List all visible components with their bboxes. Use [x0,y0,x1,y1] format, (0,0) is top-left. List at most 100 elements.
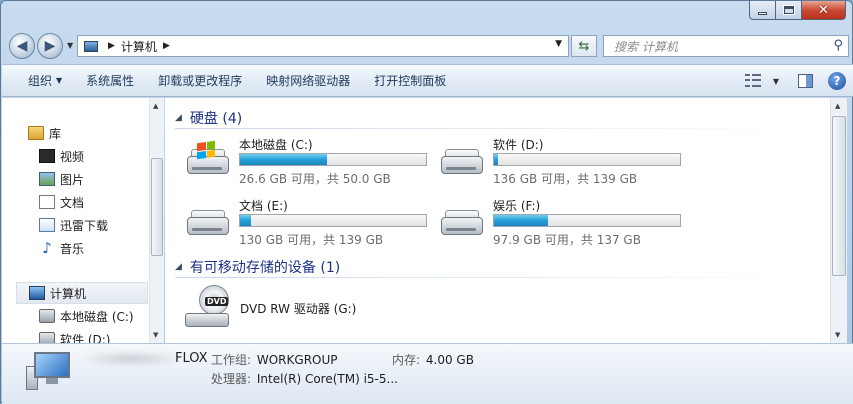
sidebar-item-pictures[interactable]: 图片 [39,168,163,190]
maximize-button[interactable] [776,1,802,20]
change-view-button[interactable] [741,69,765,93]
sidebar-item-music[interactable]: ♪ 音乐 [39,237,163,259]
drive-icon [39,309,55,323]
help-button[interactable]: ? [825,69,849,93]
sidebar-item-computer[interactable]: 计算机 [16,282,148,304]
drive-free-space: 97.9 GB 可用，共 137 GB [493,233,641,247]
processor-value: Intel(R) Core(TM) i5-5... [256,372,398,386]
chevron-down-icon: ▼ [56,76,63,85]
drive-tile-c[interactable]: 本地磁盘 (C:) 26.6 GB 可用，共 50.0 GB [185,136,435,190]
sidebar-item-drive-c[interactable]: 本地磁盘 (C:) [39,305,163,327]
usage-bar [493,153,681,166]
group-title: 硬盘 (4) [189,111,243,127]
system-drive-icon [185,140,231,176]
sidebar-item-label: 视频 [60,149,85,164]
drive-free-space: 26.6 GB 可用，共 50.0 GB [239,172,391,186]
navigation-scrollbar[interactable]: ▲ ▼ [149,98,164,343]
uninstall-program-button[interactable]: 卸载或更改程序 [146,69,254,93]
drive-name: 娱乐 (F:) [493,199,541,213]
drive-free-space: 130 GB 可用，共 139 GB [239,233,384,247]
collapse-triangle-icon[interactable]: ◢ [175,113,182,123]
usage-fill [240,154,328,165]
workgroup-info: 工作组: WORKGROUP [211,351,338,368]
preview-pane-button[interactable] [793,69,817,93]
scroll-down-icon[interactable]: ▼ [835,331,840,339]
preview-pane-icon [797,74,813,88]
scroll-up-icon[interactable]: ▲ [835,102,840,110]
breadcrumb-computer[interactable]: 计算机 [121,38,157,55]
details-pane: FLOX 工作组: WORKGROUP 内存: 4.00 GB 处理器: Int… [2,343,853,404]
map-network-drive-button[interactable]: 映射网络驱动器 [254,69,362,93]
computer-icon [84,40,98,52]
collapse-triangle-icon[interactable]: ◢ [175,262,182,272]
close-icon: ✕ [818,2,829,18]
dvd-drive-icon[interactable]: DVD [185,285,231,333]
close-button[interactable]: ✕ [802,1,846,20]
memory-info: 内存: 4.00 GB [392,351,474,368]
forward-button[interactable]: ▶ [37,33,63,59]
sidebar-item-label: 库 [49,126,62,141]
address-dropdown-icon[interactable]: ▼ [555,39,562,49]
computer-large-icon [26,352,72,390]
address-bar[interactable]: ▶ 计算机 ▶ ▼ [77,35,569,57]
drive-tile-e[interactable]: 文档 (E:) 130 GB 可用，共 139 GB [185,197,435,251]
memory-label: 内存: [392,353,421,367]
usage-bar [493,214,681,227]
recent-pages-dropdown[interactable]: ▼ [67,41,73,50]
memory-value: 4.00 GB [425,353,474,367]
organize-label: 组织 [28,74,53,88]
dvd-logo: DVD [205,297,229,306]
content-scrollbar[interactable]: ▲ ▼ [830,98,847,343]
redacted-name-blur [87,352,175,366]
sidebar-item-label: 迅雷下载 [60,218,109,233]
scroll-thumb[interactable] [832,116,846,276]
sidebar-item-videos[interactable]: 视频 [39,145,163,167]
sidebar-item-drive-d[interactable]: 软件 (D:) [39,328,163,344]
breadcrumb-separator-icon[interactable]: ▶ [108,41,115,51]
drive-icon [185,207,231,237]
maximize-icon [782,5,795,15]
search-input[interactable]: 搜索 计算机 ⚲ [603,35,849,57]
computer-icon [29,286,45,300]
scroll-up-icon[interactable]: ▲ [153,102,158,110]
sidebar-item-library[interactable]: 库 [28,122,163,144]
drive-tile-f[interactable]: 娱乐 (F:) 97.9 GB 可用，共 137 GB [439,197,689,251]
back-button[interactable]: ◀ [9,33,35,59]
usage-bar [239,214,427,227]
usage-fill [494,154,498,165]
minimize-button[interactable] [749,1,776,20]
drive-icon [439,207,485,237]
group-title: 有可移动存储的设备 (1) [189,260,341,276]
sidebar-item-label: 本地磁盘 (C:) [60,309,134,324]
download-icon [39,218,55,232]
help-icon: ? [828,72,846,90]
details-view-icon [745,74,761,88]
usage-fill [494,215,548,226]
system-properties-button[interactable]: 系统属性 [74,69,146,93]
processor-info: 处理器: Intel(R) Core(TM) i5-5... [211,370,398,387]
command-bar: 组织 ▼ 系统属性 卸载或更改程序 映射网络驱动器 打开控制面板 ▼ ? [2,64,853,97]
usage-bar [239,153,427,166]
sidebar-item-label: 软件 (D:) [60,332,111,344]
dvd-drive-name[interactable]: DVD RW 驱动器 (G:) [240,300,356,317]
breadcrumb-separator-icon[interactable]: ▶ [163,41,170,51]
scroll-thumb[interactable] [151,158,163,256]
video-icon [39,149,55,163]
group-header-hard-disks[interactable]: ◢ 硬盘 (4) [175,108,815,129]
search-icon[interactable]: ⚲ [833,38,843,53]
drive-name: 本地磁盘 (C:) [239,138,313,152]
scroll-down-icon[interactable]: ▼ [153,331,158,339]
group-header-removable[interactable]: ◢ 有可移动存储的设备 (1) [175,257,815,278]
view-options-dropdown[interactable]: ▼ [769,69,783,93]
arrow-left-icon: ◀ [16,38,28,54]
refresh-icon: ⇆ [578,38,590,54]
organize-button[interactable]: 组织 ▼ [16,69,74,93]
group-divider [175,128,815,129]
sidebar-item-documents[interactable]: 文档 [39,191,163,213]
sidebar-item-downloads[interactable]: 迅雷下载 [39,214,163,236]
documents-icon [39,195,55,209]
open-control-panel-button[interactable]: 打开控制面板 [362,69,458,93]
refresh-button[interactable]: ⇆ [571,35,597,57]
drive-tile-d[interactable]: 软件 (D:) 136 GB 可用，共 139 GB [439,136,689,190]
minimize-icon [758,11,767,15]
